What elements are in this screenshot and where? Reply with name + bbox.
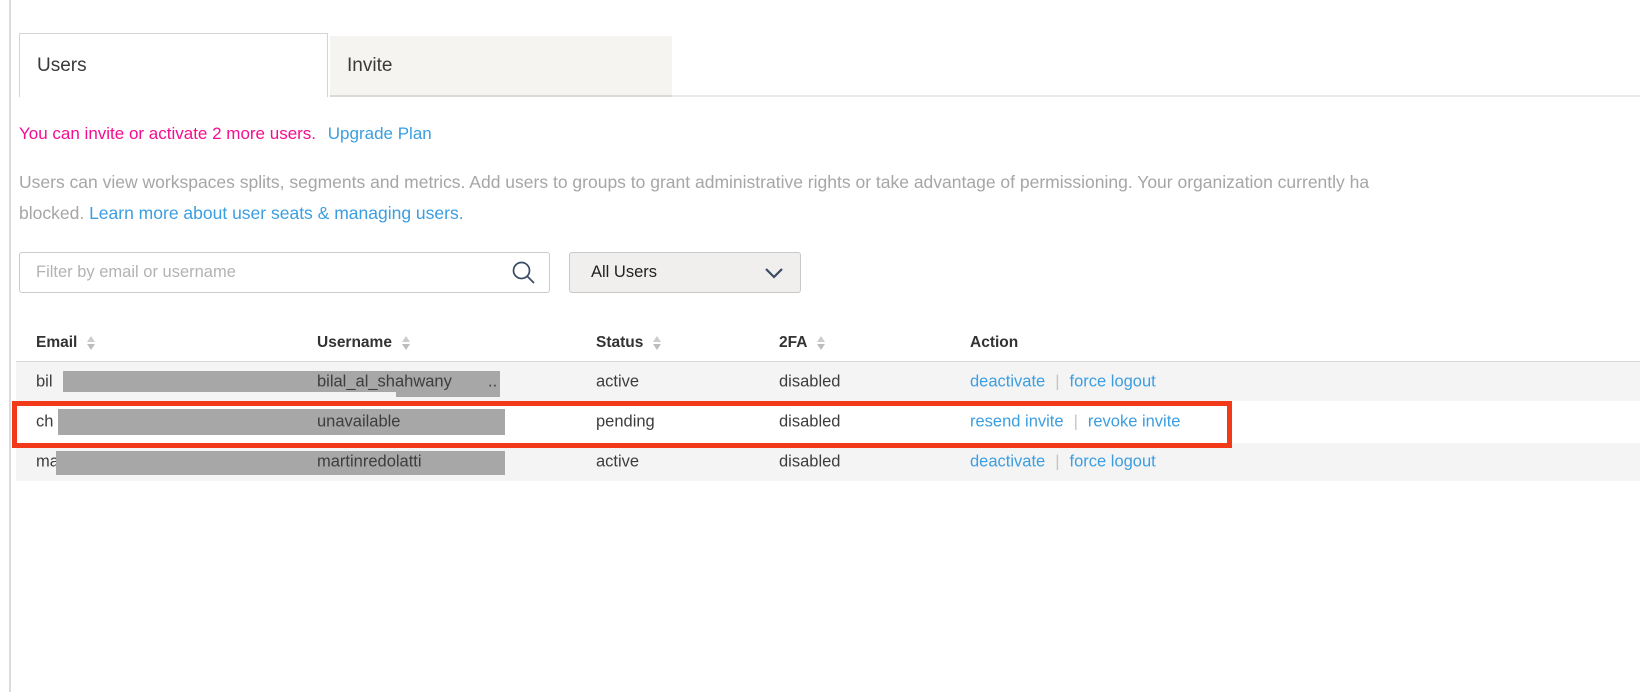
column-header-email[interactable]: Email (36, 334, 95, 352)
resend-invite-link[interactable]: resend invite (970, 413, 1064, 431)
sort-icon[interactable] (817, 336, 825, 350)
column-header-action: Action (970, 334, 1018, 352)
force-logout-link[interactable]: force logout (1070, 453, 1156, 471)
action-separator: | (1074, 413, 1078, 431)
email-visible-prefix: ch (36, 413, 53, 431)
column-header-username[interactable]: Username (317, 334, 410, 352)
email-redaction-block (56, 451, 505, 475)
status-cell: active (596, 453, 639, 472)
sort-icon[interactable] (87, 336, 95, 350)
column-header-label: Action (970, 334, 1018, 352)
seat-limit-notice: You can invite or activate 2 more users.… (19, 124, 432, 144)
user-filter-selected-value: All Users (591, 263, 657, 282)
magnifier-icon[interactable] (511, 260, 537, 286)
users-description: Users can view workspaces splits, segmen… (19, 167, 1640, 229)
tab-users[interactable]: Users (19, 33, 328, 97)
seat-limit-message: You can invite or activate 2 more users. (19, 124, 316, 143)
username-cell: bilal_al_shahwany (317, 372, 452, 391)
action-cell: deactivate | force logout (970, 372, 1156, 391)
tab-bottom-border (330, 95, 672, 97)
upgrade-plan-link[interactable]: Upgrade Plan (328, 124, 432, 143)
sort-icon[interactable] (402, 336, 410, 350)
deactivate-link[interactable]: deactivate (970, 372, 1045, 390)
chevron-down-icon (764, 266, 784, 280)
column-header-label: Status (596, 334, 643, 352)
status-cell: active (596, 372, 639, 391)
table-header: Email Username Status 2FA Action (0, 334, 1640, 356)
table-row: bil.. bilal_al_shahwany active disabled deac… (16, 362, 1640, 401)
email-visible-prefix: bil (36, 372, 53, 390)
action-cell: resend invite | revoke invite (970, 413, 1181, 432)
learn-more-link[interactable]: Learn more about user seats & managing u… (89, 203, 464, 223)
action-separator: | (1055, 372, 1059, 390)
email-truncation-dots: .. (488, 372, 497, 391)
tab-bottom-border-extension (672, 95, 1640, 97)
sort-icon[interactable] (653, 336, 661, 350)
users-description-line2: blocked. Learn more about user seats & m… (19, 198, 1640, 229)
status-cell: pending (596, 413, 655, 432)
tab-users-label: Users (37, 55, 87, 77)
twofa-cell: disabled (779, 453, 840, 472)
username-cell: martinredolatti (317, 453, 422, 472)
tab-invite[interactable]: Invite (330, 36, 672, 96)
action-cell: deactivate | force logout (970, 453, 1156, 472)
column-header-label: 2FA (779, 334, 807, 352)
email-cell: ch (36, 413, 53, 432)
column-header-label: Email (36, 334, 77, 352)
users-description-line2-text: blocked. (19, 203, 84, 223)
column-header-status[interactable]: Status (596, 334, 661, 352)
table-row: ch unavailable pending disabled resend invit… (16, 401, 1640, 443)
filter-search-input[interactable] (19, 252, 550, 293)
username-cell: unavailable (317, 413, 400, 432)
email-redaction-block (58, 409, 505, 435)
users-description-line1: Users can view workspaces splits, segmen… (19, 167, 1640, 198)
action-separator: | (1055, 453, 1059, 471)
filter-search (19, 252, 550, 293)
deactivate-link[interactable]: deactivate (970, 453, 1045, 471)
force-logout-link[interactable]: force logout (1070, 372, 1156, 390)
twofa-cell: disabled (779, 413, 840, 432)
email-cell: bil (36, 372, 53, 391)
column-header-2fa[interactable]: 2FA (779, 334, 825, 352)
user-filter-dropdown[interactable]: All Users (569, 252, 801, 293)
revoke-invite-link[interactable]: revoke invite (1088, 413, 1181, 431)
column-header-label: Username (317, 334, 392, 352)
tab-invite-label: Invite (347, 55, 392, 77)
twofa-cell: disabled (779, 372, 840, 391)
table-row: mamartinredolattiactivedisableddeactivat… (16, 443, 1640, 481)
